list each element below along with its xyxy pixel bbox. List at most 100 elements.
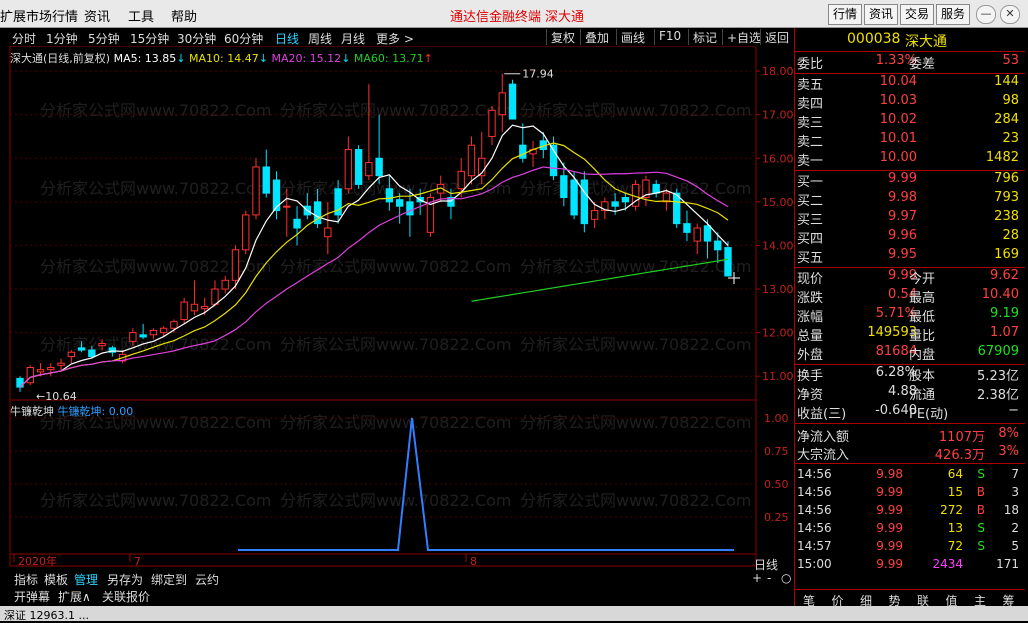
tick-cell: 171 (996, 557, 1019, 571)
ask-cell: 284 (994, 112, 1019, 127)
period-tab[interactable]: 月线 (341, 30, 365, 47)
y-tick-label: 13.00 (762, 283, 794, 296)
add-watchlist-button[interactable]: +自选 (722, 29, 761, 45)
period-tab[interactable]: 5分钟 (88, 30, 120, 47)
trade-button[interactable]: 交易 (900, 4, 934, 25)
quote-value: 9.62 (990, 268, 1019, 283)
candle-body (714, 240, 722, 251)
ind-tick-label: 1.00 (764, 412, 789, 425)
candle-body (262, 166, 270, 194)
minimize-icon[interactable]: — (976, 5, 996, 24)
candle-body (57, 362, 65, 366)
tick-row: 14:56 9.99 13 S 2 (797, 521, 1021, 538)
news-button[interactable]: 资讯 (864, 4, 898, 25)
bid-cell: 793 (994, 190, 1019, 205)
candle-body (508, 83, 517, 120)
watermark-text: 分析家公式网www.70822.Com (280, 413, 511, 432)
draw-button[interactable]: 画线 (616, 29, 645, 45)
bid-cell: 28 (1002, 228, 1019, 243)
tab-manage[interactable]: 管理 (74, 571, 98, 588)
tick-cell: 9.99 (876, 485, 903, 499)
service-button[interactable]: 服务 (936, 4, 970, 25)
watermark-text: 分析家公式网www.70822.Com (520, 569, 751, 570)
more-periods-button[interactable]: 更多 > (376, 30, 414, 47)
zoom-out-button[interactable]: - (767, 571, 771, 585)
y-tick-label: 18.00 (762, 65, 794, 78)
quote-label: 流通 (909, 388, 936, 403)
menu-item-ext-market[interactable]: 扩展市场行情 (0, 6, 78, 25)
quote-label: 量比 (909, 329, 936, 344)
tick-cell: 9.98 (876, 467, 903, 481)
divider (795, 463, 1025, 464)
tab-danmaku[interactable]: 开弹幕 (14, 588, 50, 605)
candle-body (47, 366, 55, 371)
candle-body (201, 305, 209, 310)
adjust-button[interactable]: 复权 (546, 29, 575, 45)
back-button[interactable]: 返回 (760, 29, 789, 45)
flow-pct: 3% (998, 444, 1019, 459)
f10-button[interactable]: F10 (654, 29, 681, 45)
ask-cell: 144 (994, 74, 1019, 89)
period-tab[interactable]: 60分钟 (224, 30, 263, 47)
watermark-text: 分析家公式网www.70822.Com (520, 257, 751, 276)
candle-body (242, 214, 250, 251)
ask-row: 卖二 10.01 23 (797, 131, 1021, 150)
kline-chart[interactable]: 分析家公式网www.70822.Com 分析家公式网www.70822.Com 分析… (0, 46, 794, 570)
candle-body (170, 321, 178, 329)
quote-row: 总量 149593 量比 1.07 (797, 325, 1021, 344)
candle-body (139, 334, 147, 338)
mark-button[interactable]: 标记 (688, 29, 717, 45)
tick-cell: 9.99 (876, 521, 903, 535)
ask-row: 卖四 10.03 98 (797, 93, 1021, 112)
tick-cell: 64 (947, 467, 963, 481)
period-tab-daily[interactable]: 日线 (275, 30, 299, 47)
quote-label: PE(动) (909, 407, 949, 422)
candle-body (272, 179, 281, 212)
ask-cell: 10.01 (879, 131, 917, 146)
zoom-in-button[interactable]: + (752, 571, 762, 585)
bid-cell: 796 (994, 171, 1019, 186)
menu-item-news[interactable]: 资讯 (84, 6, 110, 25)
candle-body (395, 199, 404, 207)
quote-button[interactable]: 行情 (828, 4, 862, 25)
flow-value: 426.3万 (934, 448, 985, 463)
period-tab[interactable]: 周线 (308, 30, 332, 47)
tab-cloud[interactable]: 云约 (195, 571, 219, 588)
bid-row: 买三 9.97 238 (797, 209, 1021, 228)
period-tab[interactable]: 1分钟 (46, 30, 78, 47)
menu-item-tools[interactable]: 工具 (128, 6, 154, 25)
quote-value: 9.99 (888, 268, 917, 283)
period-tab[interactable]: 15分钟 (130, 30, 169, 47)
ask-row: 卖五 10.04 144 (797, 74, 1021, 93)
tick-cell: 14:56 (797, 521, 832, 535)
indicator-name: 牛镰乾坤 (10, 405, 54, 418)
candle-body (354, 149, 363, 185)
tab-save-as[interactable]: 另存为 (107, 571, 143, 588)
period-tab[interactable]: 30分钟 (177, 30, 216, 47)
bid-cell: 买二 (797, 194, 824, 209)
quote-value: 6.28% (875, 365, 917, 380)
candle-body (67, 351, 75, 358)
menu-item-help[interactable]: 帮助 (171, 6, 197, 25)
zoom-reset-button[interactable]: ○ (781, 571, 791, 585)
watermark-text: 分析家公式网www.70822.Com (520, 413, 751, 432)
period-tab[interactable]: 分时 (12, 30, 36, 47)
candle-body (129, 332, 137, 342)
tab-bind-to[interactable]: 绑定到 (151, 571, 187, 588)
tab-expand[interactable]: 扩展∧ (58, 588, 91, 605)
tab-template[interactable]: 模板 (44, 571, 68, 588)
quote-value: 81684 (875, 344, 917, 359)
ind-tick-label: 0.75 (764, 445, 789, 458)
tab-linked-quote[interactable]: 关联报价 (102, 588, 150, 605)
tick-cell: 14:57 (797, 539, 832, 553)
indicator-legend: 牛镰乾坤 牛镰乾坤: 0.00 (10, 403, 133, 419)
candle-body (88, 349, 96, 358)
tick-cell: S (977, 539, 985, 553)
overlay-button[interactable]: 叠加 (580, 29, 609, 45)
close-icon[interactable]: ✕ (1000, 5, 1020, 24)
candle-body (488, 109, 496, 137)
ask-cell: 10.04 (879, 74, 917, 89)
tick-row: 14:56 9.98 64 S 7 (797, 467, 1021, 484)
bid-cell: 9.99 (888, 171, 917, 186)
tab-indicator[interactable]: 指标 (14, 571, 38, 588)
